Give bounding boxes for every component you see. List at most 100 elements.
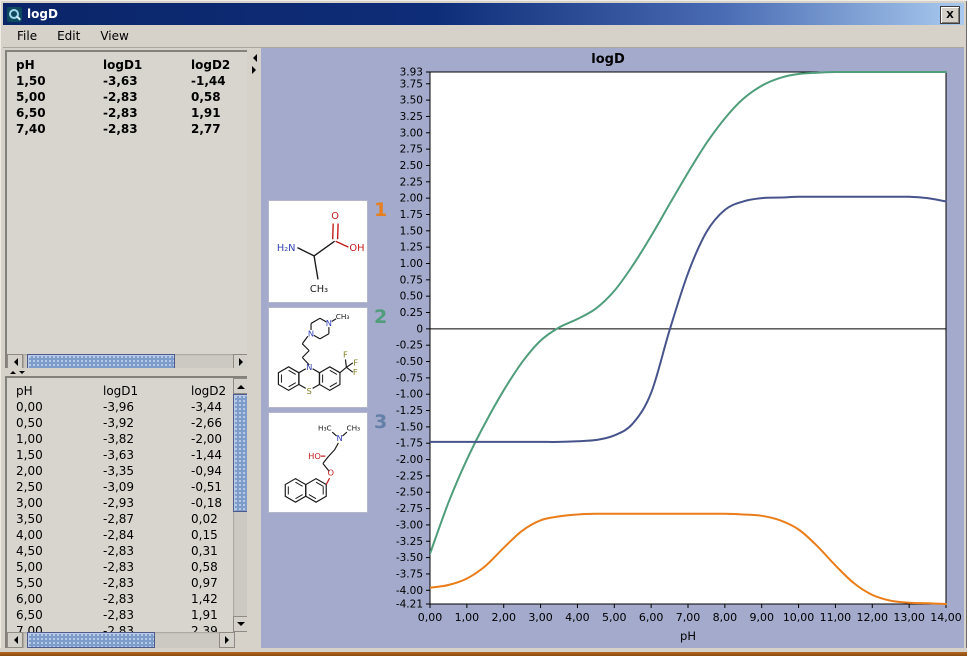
table-cell: 4,50 <box>16 543 103 559</box>
table-cell: 5,00 <box>16 559 103 575</box>
table-cell: 2,50 <box>16 479 103 495</box>
table-cell: -2,84 <box>103 527 191 543</box>
table-cell: 0,50 <box>16 415 103 431</box>
table-cell: 2,39 <box>191 623 233 632</box>
table-cell: 6,50 <box>16 607 103 623</box>
table-cell: 1,50 <box>16 447 103 463</box>
table-cell: -3,63 <box>103 73 191 89</box>
table-cell: 2,00 <box>16 463 103 479</box>
table-cell: logD1 <box>103 57 191 73</box>
table-row[interactable]: 5,50-2,830,97 <box>7 575 233 591</box>
scrollbar-thumb[interactable] <box>27 632 155 648</box>
x-tick-label: 1,00 <box>455 611 480 624</box>
y-tick-label: 2.25 <box>400 176 423 188</box>
table-cell: 0,02 <box>191 511 233 527</box>
menu-view[interactable]: View <box>90 26 138 46</box>
table-row[interactable]: 4,00-2,840,15 <box>7 527 233 543</box>
x-tick-label: 6,00 <box>639 611 664 624</box>
triangle-down-icon <box>237 622 245 630</box>
y-tick-label: 1.00 <box>400 258 423 270</box>
x-tick-label: 5,00 <box>602 611 627 624</box>
y-tick-label: -0.25 <box>396 340 423 352</box>
app-icon[interactable] <box>7 7 22 22</box>
y-tick-label: 2.00 <box>400 193 423 205</box>
y-tick-label: 3.00 <box>400 127 423 139</box>
menu-edit[interactable]: Edit <box>47 26 90 46</box>
table-row[interactable]: 1,50-3,63-1,44 <box>7 73 249 89</box>
y-tick-label: -1.00 <box>396 389 423 401</box>
table-row[interactable]: 6,50-2,831,91 <box>7 607 233 623</box>
ph-logd-full-table[interactable]: pHlogD1logD20,00-3,96-3,440,50-3,92-2,66… <box>5 376 251 650</box>
y-tick-label: -2.00 <box>396 454 423 466</box>
table-cell: pH <box>16 57 103 73</box>
table-cell: -2,83 <box>103 591 191 607</box>
scrollbar-right-button[interactable] <box>219 632 235 648</box>
close-button[interactable]: X <box>940 6 960 24</box>
table-cell: -2,83 <box>103 121 191 137</box>
table-cell: -2,83 <box>103 623 191 632</box>
split-divider-vertical[interactable] <box>247 48 261 654</box>
table-row[interactable]: 6,50-2,831,91 <box>7 105 249 121</box>
y-tick-label: 3.50 <box>400 95 423 107</box>
y-tick-label: -2.25 <box>396 470 423 482</box>
table-cell: pH <box>16 383 103 399</box>
table-cell: 0,58 <box>191 89 249 105</box>
ph-logd-summary-table[interactable]: pHlogD1logD21,50-3,63-1,445,00-2,830,586… <box>5 50 251 372</box>
app-window: logD X File Edit View pHlogD1logD21,50-3… <box>0 0 967 656</box>
main-content: pHlogD1logD21,50-3,63-1,445,00-2,830,586… <box>3 48 964 648</box>
scrollbar-left-button[interactable] <box>7 632 23 648</box>
table-cell: 6,50 <box>16 105 103 121</box>
table-row[interactable]: 1,50-3,63-1,44 <box>7 447 233 463</box>
collapse-up-icon[interactable] <box>10 368 16 374</box>
table-row[interactable]: 0,00-3,96-3,44 <box>7 399 233 415</box>
y-tick-label: 1.75 <box>400 209 423 221</box>
y-tick-label: 0 <box>416 323 423 335</box>
title-bar[interactable]: logD X <box>3 3 964 25</box>
table-row[interactable]: 5,00-2,830,58 <box>7 559 233 575</box>
table-cell: logD2 <box>191 57 249 73</box>
table-row[interactable]: 0,50-3,92-2,66 <box>7 415 233 431</box>
y-tick-label: -2.75 <box>396 503 423 515</box>
table-cell: -0,51 <box>191 479 233 495</box>
table-cell: 0,31 <box>191 543 233 559</box>
table-row[interactable]: 7,00-2,832,39 <box>7 623 233 632</box>
collapse-left-icon[interactable] <box>249 54 257 62</box>
horizontal-scrollbar[interactable] <box>7 632 235 648</box>
x-tick-label: 0,00 <box>418 611 443 624</box>
triangle-left-icon <box>10 358 18 366</box>
y-tick-label: -1.75 <box>396 438 423 450</box>
table-row[interactable]: 7,40-2,832,77 <box>7 121 249 137</box>
table-cell: -3,96 <box>103 399 191 415</box>
y-tick-label: 2.75 <box>400 144 423 156</box>
x-axis-label: pH <box>680 629 696 643</box>
table-row[interactable]: 5,00-2,830,58 <box>7 89 249 105</box>
y-tick-label: -3.00 <box>396 519 423 531</box>
table-row[interactable]: 4,50-2,830,31 <box>7 543 233 559</box>
y-tick-label: 3.93 <box>400 67 423 79</box>
y-tick-label: -1.25 <box>396 405 423 417</box>
table-row[interactable]: 3,50-2,870,02 <box>7 511 233 527</box>
y-tick-label: 1.25 <box>400 242 423 254</box>
x-tick-label: 12,00 <box>857 611 889 624</box>
y-tick-label: -4.21 <box>396 599 423 611</box>
table-row[interactable]: 1,00-3,82-2,00 <box>7 431 233 447</box>
table-cell: 7,40 <box>16 121 103 137</box>
table-row[interactable]: 2,50-3,09-0,51 <box>7 479 233 495</box>
x-tick-label: 9,00 <box>749 611 774 624</box>
table-row[interactable]: 2,00-3,35-0,94 <box>7 463 233 479</box>
collapse-right-icon[interactable] <box>252 66 260 74</box>
table-cell: -3,44 <box>191 399 233 415</box>
table-cell: 1,91 <box>191 607 233 623</box>
table-cell: -2,83 <box>103 89 191 105</box>
table-row[interactable]: 6,00-2,831,42 <box>7 591 233 607</box>
table-cell: 4,00 <box>16 527 103 543</box>
menu-file[interactable]: File <box>7 26 47 46</box>
scrollbar-track[interactable] <box>23 632 219 648</box>
split-divider-horizontal[interactable] <box>5 368 252 376</box>
table-cell: 3,00 <box>16 495 103 511</box>
y-tick-label: 3.75 <box>400 78 423 90</box>
y-tick-label: -4.00 <box>396 585 423 597</box>
table-cell: -1,44 <box>191 447 233 463</box>
table-row[interactable]: 3,00-2,93-0,18 <box>7 495 233 511</box>
x-tick-label: 2,00 <box>491 611 515 624</box>
